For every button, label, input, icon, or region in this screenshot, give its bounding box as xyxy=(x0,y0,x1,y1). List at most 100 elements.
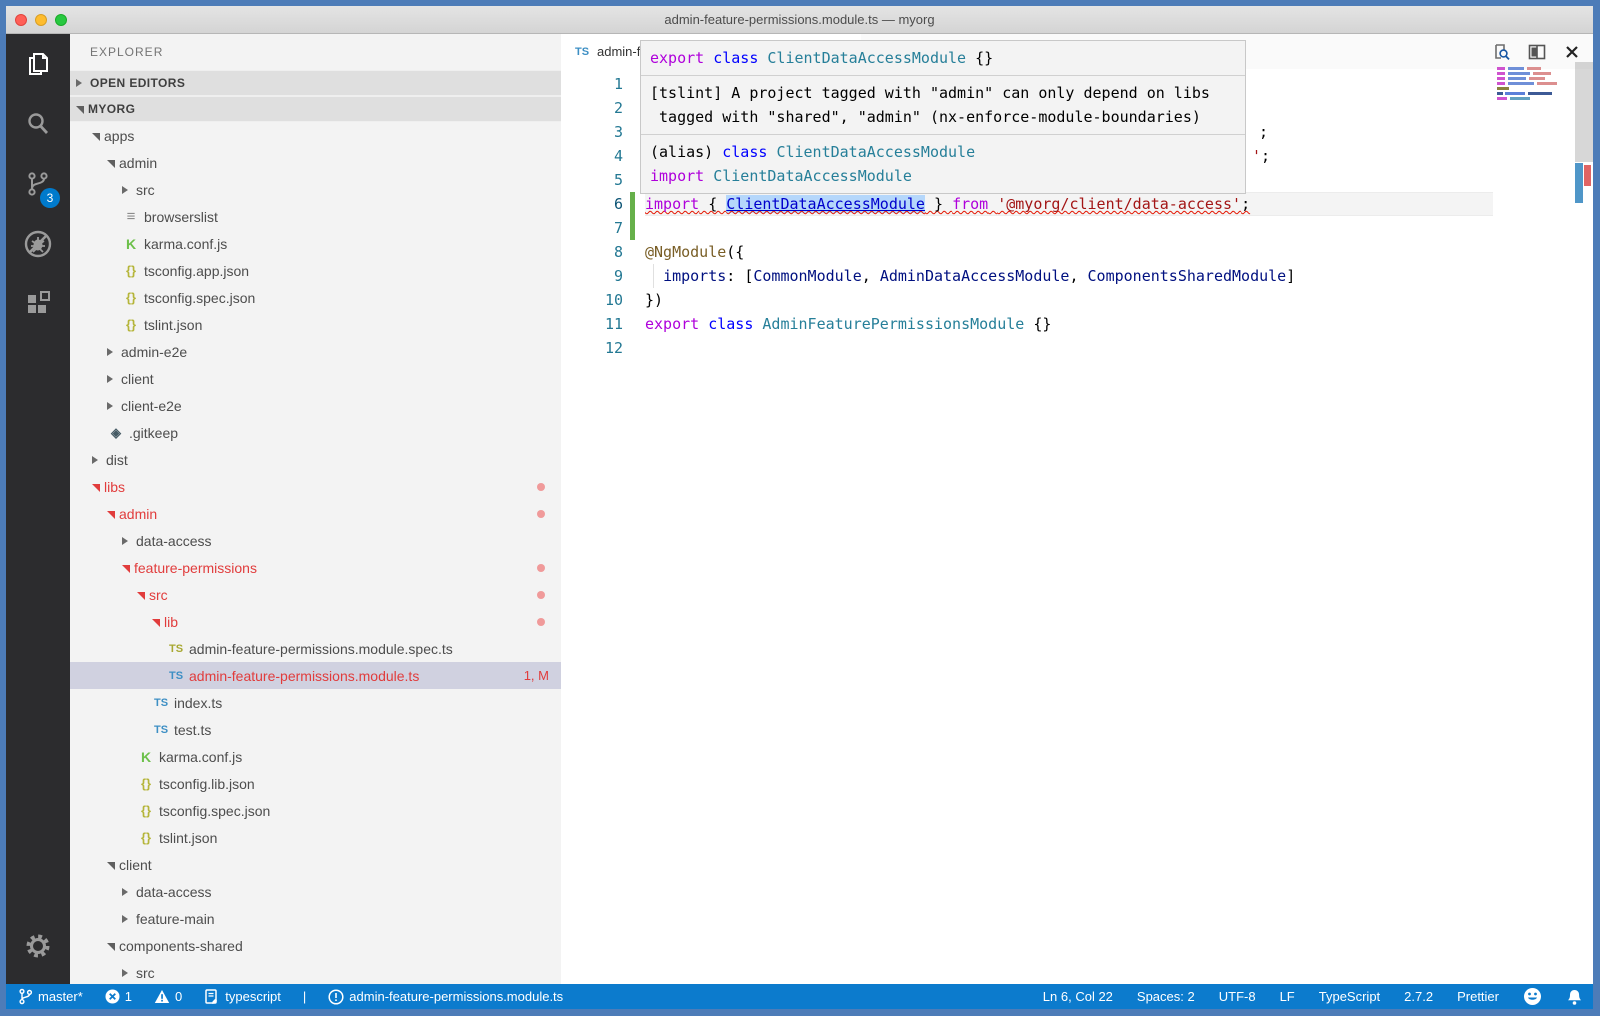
statusbar-label: TypeScript xyxy=(1319,989,1380,1004)
tslint-icon xyxy=(204,988,220,1005)
tree-item-label: feature-permissions xyxy=(134,560,257,576)
statusbar-git-branch-status[interactable]: master* xyxy=(18,984,83,1009)
tree-file-browserslist[interactable]: ≡browserslist xyxy=(70,203,561,230)
minimap-line xyxy=(1497,77,1563,80)
json-icon: {} xyxy=(137,803,155,819)
ts-icon: TS xyxy=(573,44,591,60)
editor-actions xyxy=(1491,34,1581,69)
statusbar-cursor-position[interactable]: Ln 6, Col 22 xyxy=(1043,984,1113,1009)
hover-tslint-message-section: [tslint] A project tagged with "admin" c… xyxy=(641,75,1245,134)
statusbar-tslint-status[interactable]: typescript xyxy=(204,984,281,1009)
tree-folder-feature-main[interactable]: feature-main xyxy=(70,905,561,932)
code-line-8[interactable]: 8@NgModule({ xyxy=(561,240,1493,264)
minimize-window-button[interactable] xyxy=(35,14,47,26)
statusbar-separator: | xyxy=(303,984,306,1009)
activitybar-source-control-button[interactable]: 3 xyxy=(6,154,70,214)
tree-item-label: dist xyxy=(106,452,128,468)
tree-file-tsconfig.app.json[interactable]: {}tsconfig.app.json xyxy=(70,257,561,284)
tree-file-index.ts[interactable]: TSindex.ts xyxy=(70,689,561,716)
statusbar-warning-count[interactable]: 0 xyxy=(154,984,182,1009)
tree-folder-dist[interactable]: dist xyxy=(70,446,561,473)
open-editors-section-header[interactable]: OPEN EDITORS xyxy=(70,70,561,96)
ts-icon: TS xyxy=(152,722,170,738)
tree-file-tsconfig.lib.json[interactable]: {}tsconfig.lib.json xyxy=(70,770,561,797)
activitybar-debug-button[interactable] xyxy=(6,214,70,274)
tree-folder-libs[interactable]: libs xyxy=(70,473,561,500)
tree-file-tslint.json[interactable]: {}tslint.json xyxy=(70,311,561,338)
activitybar-search-button[interactable] xyxy=(6,94,70,154)
tree-item-label: admin xyxy=(119,506,157,522)
statusbar-eol[interactable]: LF xyxy=(1280,984,1295,1009)
code-line-11[interactable]: 11export class AdminFeaturePermissionsMo… xyxy=(561,312,1493,336)
code-line-9[interactable]: 9 imports: [CommonModule, AdminDataAcces… xyxy=(561,264,1493,288)
tree-folder-components-shared[interactable]: components-shared xyxy=(70,932,561,959)
tree-folder-data-access[interactable]: data-access xyxy=(70,527,561,554)
tree-file-admin-feature-permissions.module.ts[interactable]: TSadmin-feature-permissions.module.ts1, … xyxy=(70,662,561,689)
tree-file-admin-feature-permissions.module.spec.ts[interactable]: TSadmin-feature-permissions.module.spec.… xyxy=(70,635,561,662)
settings-gear-button[interactable] xyxy=(6,924,70,972)
statusbar-label: Prettier xyxy=(1457,989,1499,1004)
tree-folder-client[interactable]: client xyxy=(70,851,561,878)
open-preview-icon[interactable] xyxy=(1491,42,1511,62)
tree-file-karma.conf.js[interactable]: Kkarma.conf.js xyxy=(70,743,561,770)
tree-folder-apps[interactable]: apps xyxy=(70,122,561,149)
tree-item-label: lib xyxy=(164,614,178,630)
minimap[interactable] xyxy=(1497,67,1563,102)
statusbar-indentation[interactable]: Spaces: 2 xyxy=(1137,984,1195,1009)
tree-folder-lib[interactable]: lib xyxy=(70,608,561,635)
tree-folder-client-e2e[interactable]: client-e2e xyxy=(70,392,561,419)
modified-line-gutter-mark xyxy=(623,192,645,216)
info-icon xyxy=(328,989,344,1005)
tree-item-label: .gitkeep xyxy=(129,425,178,441)
code-line-12[interactable]: 12 xyxy=(561,336,1493,360)
code-line-10[interactable]: 10}) xyxy=(561,288,1493,312)
statusbar-error-count[interactable]: 1 xyxy=(105,984,132,1009)
tree-file-karma.conf.js[interactable]: Kkarma.conf.js xyxy=(70,230,561,257)
tree-file-.gitkeep[interactable]: ◈.gitkeep xyxy=(70,419,561,446)
tree-item-label: tsconfig.lib.json xyxy=(159,776,255,792)
statusbar-feedback[interactable] xyxy=(1523,984,1542,1009)
tree-folder-data-access[interactable]: data-access xyxy=(70,878,561,905)
tree-folder-src[interactable]: src xyxy=(70,176,561,203)
activitybar-files-button[interactable] xyxy=(6,34,70,94)
tree-file-tslint.json[interactable]: {}tslint.json xyxy=(70,824,561,851)
zoom-window-button[interactable] xyxy=(55,14,67,26)
statusbar-label: UTF-8 xyxy=(1219,989,1256,1004)
tree-folder-src[interactable]: src xyxy=(70,959,561,984)
code-line-7[interactable]: 7 xyxy=(561,216,1493,240)
statusbar-encoding[interactable]: UTF-8 xyxy=(1219,984,1256,1009)
tree-file-test.ts[interactable]: TStest.ts xyxy=(70,716,561,743)
statusbar-language-mode[interactable]: TypeScript xyxy=(1319,984,1380,1009)
tree-folder-admin[interactable]: admin xyxy=(70,149,561,176)
code-line-content: export class AdminFeaturePermissionsModu… xyxy=(645,312,1051,336)
sidebar-title: EXPLORER xyxy=(70,34,561,70)
activitybar-extensions-button[interactable] xyxy=(6,274,70,334)
twisty-expanded-icon xyxy=(107,160,115,168)
statusbar-ts-version[interactable]: 2.7.2 xyxy=(1404,984,1433,1009)
tree-folder-src[interactable]: src xyxy=(70,581,561,608)
code-line-6[interactable]: 6import { ClientDataAccessModule } from … xyxy=(561,192,1493,216)
gitkeep-icon: ◈ xyxy=(107,425,125,441)
tree-folder-admin-e2e[interactable]: admin-e2e xyxy=(70,338,561,365)
tree-item-label: client-e2e xyxy=(121,398,182,414)
tree-file-tsconfig.spec.json[interactable]: {}tsconfig.spec.json xyxy=(70,797,561,824)
twisty-expanded-icon xyxy=(92,133,100,141)
overview-ruler[interactable] xyxy=(1575,34,1593,984)
tree-folder-client[interactable]: client xyxy=(70,365,561,392)
close-icon[interactable] xyxy=(1563,43,1581,61)
json-icon: {} xyxy=(122,317,140,333)
tree-folder-feature-permissions[interactable]: feature-permissions xyxy=(70,554,561,581)
close-window-button[interactable] xyxy=(15,14,27,26)
tree-item-label: test.ts xyxy=(174,722,211,738)
tree-file-tsconfig.spec.json[interactable]: {}tsconfig.spec.json xyxy=(70,284,561,311)
statusbar-prettier-status[interactable]: Prettier xyxy=(1457,984,1499,1009)
scrollbar-slider[interactable] xyxy=(1575,62,1593,162)
code-view[interactable]: 123;4';56import { ClientDataAccessModule… xyxy=(561,69,1493,984)
tree-item-label: admin xyxy=(119,155,157,171)
statusbar-notifications[interactable] xyxy=(1566,984,1583,1009)
split-editor-icon[interactable] xyxy=(1527,42,1547,62)
folder-section-header[interactable]: MYORG xyxy=(70,96,561,122)
statusbar-active-file-problems[interactable]: admin-feature-permissions.module.ts xyxy=(328,984,563,1009)
hover-row: (alias) class ClientDataAccessModule xyxy=(650,140,1236,164)
tree-folder-admin[interactable]: admin xyxy=(70,500,561,527)
